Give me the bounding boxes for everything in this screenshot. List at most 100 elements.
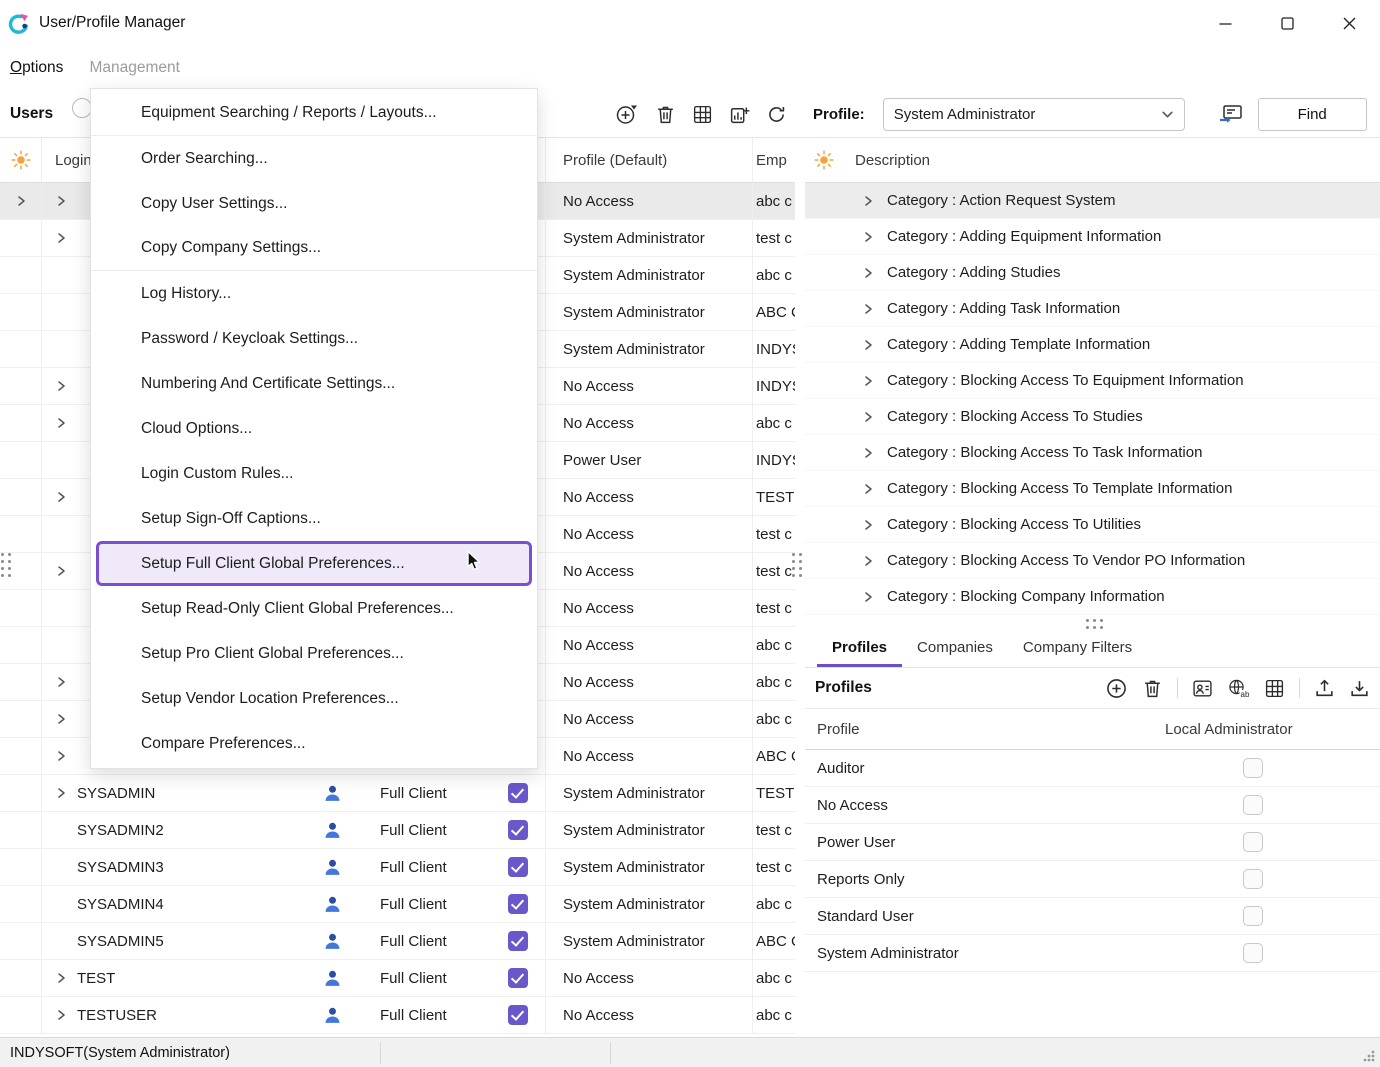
profile-row[interactable]: Auditor (805, 750, 1380, 787)
profile-select[interactable]: System Administrator (883, 98, 1185, 131)
menu-item[interactable]: Login Custom Rules... (91, 451, 537, 496)
row-expander-icon[interactable] (55, 1009, 67, 1021)
user-table-row[interactable]: SYSADMIN2 Full Client System Administrat… (0, 812, 795, 849)
full-client-checkbox[interactable] (508, 931, 528, 951)
resize-grip-icon[interactable] (1359, 1046, 1377, 1064)
row-expander-icon[interactable] (862, 231, 874, 243)
import-icon[interactable] (1349, 678, 1370, 699)
users-filter-toggle[interactable] (72, 98, 92, 118)
menu-item[interactable]: Equipment Searching / Reports / Layouts.… (91, 91, 537, 136)
column-header-local-admin[interactable]: Local Administrator (1155, 721, 1380, 738)
local-admin-checkbox[interactable] (1243, 906, 1263, 926)
user-table-row[interactable]: TEST Full Client No Access abc c (0, 960, 795, 997)
category-row[interactable]: Category : Blocking Access To Studies (805, 399, 1380, 435)
menu-item[interactable]: Copy Company Settings... (91, 226, 537, 271)
category-row[interactable]: Category : Blocking Access To Equipment … (805, 363, 1380, 399)
menu-item[interactable]: Setup Sign-Off Captions... (91, 496, 537, 541)
panel-splitter[interactable] (792, 553, 802, 577)
row-expander-icon[interactable] (55, 713, 67, 725)
left-edge-splitter[interactable] (1, 553, 11, 577)
row-expander-icon[interactable] (862, 339, 874, 351)
grid-add-button[interactable] (729, 104, 750, 125)
row-expander-icon[interactable] (862, 303, 874, 315)
local-admin-checkbox[interactable] (1243, 758, 1263, 778)
row-expander-icon[interactable] (862, 411, 874, 423)
full-client-checkbox[interactable] (508, 820, 528, 840)
menu-management[interactable]: Management (89, 59, 179, 77)
grid-view-button[interactable] (692, 104, 713, 125)
row-expander-icon[interactable] (55, 232, 67, 244)
section-splitter[interactable] (1086, 619, 1103, 629)
column-options-header[interactable] (805, 150, 843, 170)
category-row[interactable]: Category : Blocking Company Information (805, 579, 1380, 615)
menu-item[interactable]: Setup Vendor Location Preferences... (91, 676, 537, 721)
minimize-button[interactable] (1194, 0, 1256, 46)
column-header-profile[interactable]: Profile (Default) (545, 138, 752, 182)
export-icon[interactable] (1314, 678, 1335, 699)
column-header-description[interactable]: Description (843, 152, 930, 169)
user-table-row[interactable]: SYSADMIN5 Full Client System Administrat… (0, 923, 795, 960)
column-header-emp[interactable]: Emp (752, 138, 795, 182)
category-row[interactable]: Category : Blocking Access To Task Infor… (805, 435, 1380, 471)
menu-item[interactable]: Setup Read-Only Client Global Preference… (91, 586, 537, 631)
local-admin-checkbox[interactable] (1243, 832, 1263, 852)
profile-row[interactable]: System Administrator (805, 935, 1380, 972)
row-expander-icon[interactable] (862, 483, 874, 495)
tab[interactable]: Company Filters (1008, 630, 1147, 667)
row-expander-icon[interactable] (55, 195, 67, 207)
row-expander-icon[interactable] (55, 380, 67, 392)
add-profile-button[interactable] (1105, 677, 1128, 700)
category-row[interactable]: Category : Adding Template Information (805, 327, 1380, 363)
column-header-profile[interactable]: Profile (805, 721, 1155, 738)
row-expander-icon[interactable] (55, 491, 67, 503)
menu-item[interactable]: Setup Pro Client Global Preferences... (91, 631, 537, 676)
category-row[interactable]: Category : Blocking Access To Template I… (805, 471, 1380, 507)
full-client-checkbox[interactable] (508, 1005, 528, 1025)
category-row[interactable]: Category : Blocking Access To Utilities (805, 507, 1380, 543)
menu-item[interactable]: Compare Preferences... (91, 721, 537, 766)
tab[interactable]: Profiles (817, 630, 902, 667)
menu-item[interactable]: Order Searching... (91, 136, 537, 181)
category-row[interactable]: Category : Blocking Access To Vendor PO … (805, 543, 1380, 579)
full-client-checkbox[interactable] (508, 894, 528, 914)
row-expander-icon[interactable] (55, 417, 67, 429)
category-row[interactable]: Category : Adding Equipment Information (805, 219, 1380, 255)
row-expander-icon[interactable] (862, 555, 874, 567)
close-button[interactable] (1318, 0, 1380, 46)
category-row[interactable]: Category : Action Request System (805, 183, 1380, 219)
row-expander-icon[interactable] (862, 375, 874, 387)
row-expander-icon[interactable] (55, 676, 67, 688)
menu-item[interactable]: Copy User Settings... (91, 181, 537, 226)
user-table-row[interactable]: SYSADMIN4 Full Client System Administrat… (0, 886, 795, 923)
category-row[interactable]: Category : Adding Studies (805, 255, 1380, 291)
profile-card-button[interactable] (1192, 678, 1213, 699)
maximize-button[interactable] (1256, 0, 1318, 46)
profile-row[interactable]: No Access (805, 787, 1380, 824)
row-expander-icon[interactable] (862, 195, 874, 207)
row-expander-icon[interactable] (55, 750, 67, 762)
menu-item[interactable]: Password / Keycloak Settings... (91, 316, 537, 361)
row-expander-icon[interactable] (55, 565, 67, 577)
row-expander-icon[interactable] (55, 787, 67, 799)
profile-row[interactable]: Standard User (805, 898, 1380, 935)
row-expander-icon[interactable] (862, 519, 874, 531)
profile-row[interactable]: Reports Only (805, 861, 1380, 898)
find-button[interactable]: Find (1258, 98, 1367, 131)
profile-row[interactable]: Power User (805, 824, 1380, 861)
tab[interactable]: Companies (902, 630, 1008, 667)
row-expander-icon[interactable] (862, 267, 874, 279)
menu-options[interactable]: Options (10, 59, 63, 77)
menu-item[interactable]: Log History... (91, 271, 537, 316)
full-client-checkbox[interactable] (508, 857, 528, 877)
user-table-row[interactable]: SYSADMIN3 Full Client System Administrat… (0, 849, 795, 886)
column-options-header[interactable] (0, 138, 42, 182)
menu-item[interactable]: Cloud Options... (91, 406, 537, 451)
grid-view-button[interactable] (1264, 678, 1285, 699)
local-admin-checkbox[interactable] (1243, 869, 1263, 889)
row-expander-icon[interactable] (862, 591, 874, 603)
profile-card-icon[interactable] (1218, 103, 1244, 125)
delete-user-button[interactable] (655, 104, 676, 125)
user-table-row[interactable]: SYSADMIN Full Client System Administrato… (0, 775, 795, 812)
refresh-button[interactable] (766, 104, 787, 125)
local-admin-checkbox[interactable] (1243, 943, 1263, 963)
